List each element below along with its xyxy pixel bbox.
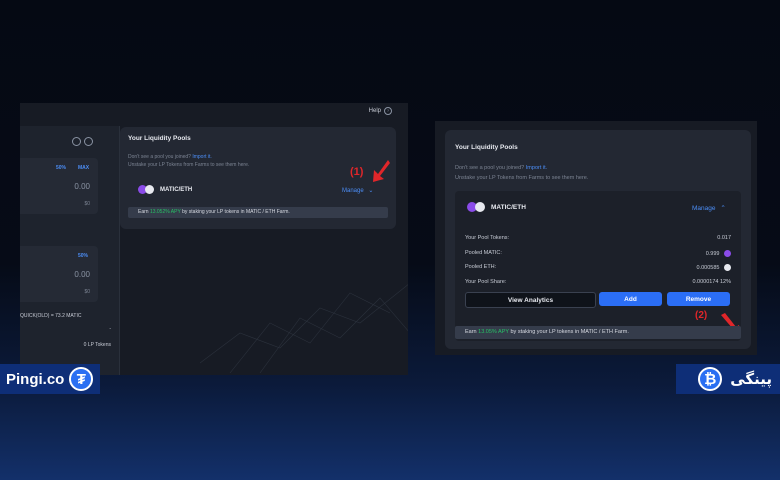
amount-value-2[interactable]: 0.00 [74, 270, 90, 279]
earn-banner: Earn 13.052% APY by staking your LP toke… [128, 207, 388, 218]
remove-button[interactable]: Remove [667, 292, 730, 306]
help-label: Help [368, 108, 381, 114]
tether-icon: ₮ [69, 367, 94, 391]
earn-banner: Earn 13.05% APY by staking your LP token… [455, 326, 741, 339]
eth-token-icon [475, 202, 485, 212]
pooled-eth-row: Pooled ETH: 0.000585 [465, 264, 731, 271]
manage-label: Manage [692, 205, 716, 212]
earn-apy: 13.052% APY [149, 209, 181, 215]
percent-50-button[interactable]: 50% [56, 165, 66, 171]
missing-pool-label: Don't see a pool you joined? [455, 165, 525, 171]
row-value: 0.999 [705, 250, 720, 257]
view-analytics-button[interactable]: View Analytics [465, 292, 596, 308]
pooled-matic-row: Pooled MATIC: 0.999 [465, 250, 731, 257]
bitcoin-icon: ₿ [698, 367, 723, 391]
lp-tokens-text: 0 LP Tokens [83, 342, 111, 348]
row-value-group: 0.000585 [697, 264, 731, 271]
chevron-down-icon: ⌄ [368, 188, 374, 194]
settings-icon[interactable] [84, 137, 93, 146]
pool-tokens-row: Your Pool Tokens: 0.017 [465, 235, 731, 241]
earn-suffix: by staking your LP tokens in MATIC / ETH… [182, 209, 290, 215]
wireframe-decoration [200, 284, 408, 373]
eth-token-icon [724, 264, 731, 271]
question-circle-icon[interactable] [72, 137, 81, 146]
pair-name: MATIC/ETH [160, 186, 193, 193]
missing-pool-text: Don't see a pool you joined? Import it. [455, 165, 547, 171]
matic-token-icon [724, 250, 731, 257]
pool-pair-row[interactable]: MATIC/ETH [138, 185, 192, 194]
earn-prefix: Earn [138, 209, 149, 215]
card-title: Your Liquidity Pools [128, 135, 191, 142]
manage-label: Manage [342, 188, 364, 194]
row-label: Pooled ETH: [465, 264, 497, 270]
row-label: Your Pool Share: [465, 279, 507, 285]
add-button[interactable]: Add [599, 292, 662, 306]
question-circle-icon: ? [384, 107, 392, 115]
right-screenshot: Your Liquidity Pools Don't see a pool yo… [435, 121, 757, 355]
usd-value-2: $0 [84, 289, 90, 295]
annotation-1: (1) [350, 166, 364, 178]
amount-value-1[interactable]: 0.00 [74, 182, 90, 191]
row-label: Pooled MATIC: [465, 250, 502, 256]
swap-panel: 50% MAX 0.00 $0 50% 0.00 $0 QUICK(OLD) =… [20, 126, 120, 375]
brand-bar-right: ₿ پینگی [676, 364, 780, 394]
eth-token-icon [145, 185, 154, 194]
annotation-2: (2) [695, 310, 708, 321]
manage-toggle[interactable]: Manage ⌄ [342, 187, 373, 194]
chevron-up-icon: ⌃ [720, 205, 726, 212]
left-screenshot: Help ? 50% MAX 0.00 $0 50% 0.00 $0 QUICK… [20, 103, 408, 375]
row-label: Your Pool Tokens: [465, 235, 510, 241]
rate-text: QUICK(OLD) = 73.2 MATIC [20, 313, 82, 319]
brand-text-right: پینگی [730, 370, 772, 388]
liquidity-pools-card: Your Liquidity Pools Don't see a pool yo… [120, 127, 396, 229]
usd-value-1: $0 [84, 201, 90, 207]
row-value-group: 0.999 [706, 250, 731, 257]
brand-text-left: Pingi.co [6, 370, 65, 388]
max-button[interactable]: MAX [78, 165, 89, 171]
import-link[interactable]: Import it. [526, 165, 547, 171]
unstake-text: Unstake your LP Tokens from Farms to see… [455, 175, 589, 181]
row-value: 0.0000174 12% [692, 279, 731, 285]
pair-name: MATIC/ETH [491, 203, 526, 211]
earn-suffix: by staking your LP tokens in MATIC / ETH… [510, 329, 629, 335]
help-link[interactable]: Help ? [369, 107, 392, 115]
percent-50-button[interactable]: 50% [78, 253, 88, 259]
pool-pair-row[interactable]: MATIC/ETH [467, 202, 526, 212]
unstake-text: Unstake your LP Tokens from Farms to see… [128, 162, 250, 168]
import-link[interactable]: Import it. [192, 154, 211, 160]
manage-toggle[interactable]: Manage ⌃ [692, 204, 726, 212]
row-value: 0.000585 [696, 264, 720, 271]
earn-apy: 13.05% APY [478, 329, 509, 335]
row-value: 0.017 [717, 235, 731, 241]
pool-share-row: Your Pool Share: 0.0000174 12% [465, 279, 731, 285]
rate-dash: - [109, 326, 111, 332]
red-arrow-icon [373, 160, 390, 182]
earn-prefix: Earn [465, 329, 477, 335]
missing-pool-text: Don't see a pool you joined? Import it. [128, 154, 212, 160]
input-box-2: 50% 0.00 $0 [20, 246, 98, 302]
brand-bar-left: Pingi.co ₮ [0, 364, 100, 394]
missing-pool-label: Don't see a pool you joined? [128, 154, 191, 160]
input-box-1: 50% MAX 0.00 $0 [20, 158, 98, 214]
card-title: Your Liquidity Pools [455, 144, 518, 151]
